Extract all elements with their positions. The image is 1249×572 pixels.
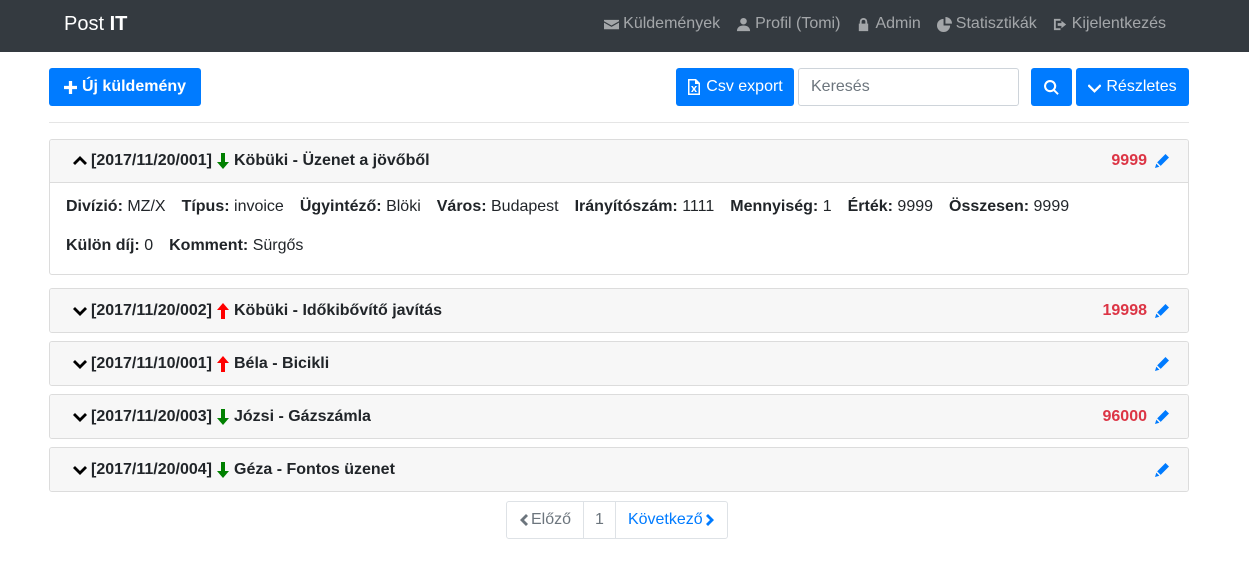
- pagination-prev[interactable]: Előző: [507, 502, 585, 538]
- shipment-title: [2017/11/10/001] Béla - Bicikli: [72, 355, 329, 373]
- arrow-down-icon: [217, 153, 229, 169]
- pencil-icon[interactable]: [1155, 356, 1169, 371]
- csv-export-label: Csv export: [706, 78, 783, 95]
- pagination: Előző 1 Következő: [506, 501, 728, 539]
- nav-item-label: Küldemények: [623, 15, 721, 32]
- chevron-down-icon: [73, 412, 87, 422]
- detail-tipus: Típus: invoice: [181, 198, 284, 215]
- detail-ugyintezo: Ügyintéző: Blöki: [299, 198, 421, 215]
- pagination-next[interactable]: Következő: [616, 502, 727, 538]
- shipment-header[interactable]: [2017/11/20/004] Géza - Fontos üzenet: [50, 448, 1188, 491]
- shipment-name: Köbüki - Üzenet a jövőből: [234, 152, 430, 169]
- nav-item-admin[interactable]: Admin: [856, 14, 921, 34]
- shipment-header[interactable]: [2017/11/20/003] Józsi - Gázszámla 96000: [50, 395, 1188, 438]
- pagination-page-1[interactable]: 1: [584, 502, 616, 538]
- detail-mennyiseg: Mennyiség: 1: [730, 198, 832, 215]
- shipment-name: Józsi - Gázszámla: [234, 407, 371, 425]
- detail-varos: Város: Budapest: [436, 198, 559, 215]
- plus-icon: [63, 80, 77, 94]
- details-toggle-button[interactable]: Részletes: [1076, 68, 1189, 106]
- nav-item-label: Admin: [875, 15, 921, 32]
- shipment-card: [2017/11/10/001] Béla - Bicikli: [49, 341, 1189, 386]
- nav-item-kuldemenyek[interactable]: Küldemények: [604, 14, 720, 34]
- nav-item-label: Statisztikák: [955, 15, 1037, 32]
- shipment-details: Divízió: MZ/X Típus: invoice Ügyintéző: …: [50, 183, 1188, 274]
- brand-bold: IT: [109, 13, 128, 35]
- shipment-amount: 96000: [1102, 407, 1148, 425]
- shipment-card: [2017/11/20/003] Józsi - Gázszámla 96000: [49, 394, 1189, 439]
- pencil-icon[interactable]: [1155, 462, 1169, 477]
- pencil-icon[interactable]: [1155, 303, 1169, 318]
- nav-item-statisztikak[interactable]: Statisztikák: [936, 14, 1037, 34]
- detail-ertek: Érték: 9999: [847, 198, 934, 215]
- arrow-down-icon: [217, 461, 229, 478]
- shipment-name: Béla - Bicikli: [234, 354, 330, 372]
- arrow-down-icon: [217, 408, 229, 425]
- pagination-prev-label: Előző: [531, 511, 572, 528]
- nav-item-profil[interactable]: Profil (Tomi): [736, 14, 840, 34]
- arrow-up-icon: [217, 302, 229, 319]
- shipment-id: [2017/11/20/003]: [91, 407, 212, 425]
- detail-iranyitoszam: Irányítószám: 1111: [574, 198, 715, 215]
- shipment-title: [2017/11/20/003] Józsi - Gázszámla: [72, 408, 371, 426]
- shipment-id: [2017/11/20/002]: [91, 301, 212, 319]
- chevron-up-icon: [73, 156, 87, 165]
- shipment-name: Géza - Fontos üzenet: [234, 460, 395, 478]
- shipment-id: [2017/11/20/001]: [91, 152, 212, 169]
- arrow-up-icon: [217, 355, 229, 372]
- search-button[interactable]: [1031, 68, 1072, 106]
- user-icon: [737, 17, 751, 31]
- chevron-down-icon: [73, 306, 87, 316]
- details-toggle-label: Részletes: [1106, 78, 1177, 95]
- chevron-left-icon: [520, 514, 528, 526]
- details-row: Külön díj: 0 Komment: Sürgős: [66, 236, 1172, 256]
- navbar: Post IT Küldemények Profil (Tomi) Admin …: [0, 0, 1249, 52]
- pencil-icon[interactable]: [1155, 154, 1169, 168]
- chevron-down-icon: [73, 465, 87, 475]
- shipment-card: [2017/11/20/004] Géza - Fontos üzenet: [49, 447, 1189, 492]
- pencil-icon[interactable]: [1155, 409, 1169, 424]
- lock-icon: [859, 17, 869, 31]
- search-input[interactable]: [798, 68, 1019, 106]
- shipment-header[interactable]: [2017/11/20/002] Köbüki - Időkibővítő ja…: [50, 289, 1188, 332]
- shipment-id: [2017/11/10/001]: [91, 354, 212, 372]
- shipment-card: [2017/11/20/001] Köbüki - Üzenet a jövőb…: [49, 139, 1189, 275]
- details-row: Divízió: MZ/X Típus: invoice Ügyintéző: …: [66, 197, 1172, 217]
- shipment-name: Köbüki - Időkibővítő javítás: [234, 301, 443, 319]
- nav-item-kijelentkezes[interactable]: Kijelentkezés: [1053, 14, 1166, 34]
- detail-kulon-dij: Külön díj: 0: [66, 237, 154, 254]
- shipment-title: [2017/11/20/001] Köbüki - Üzenet a jövőb…: [72, 152, 430, 170]
- shipment-header[interactable]: [2017/11/20/001] Köbüki - Üzenet a jövőb…: [50, 140, 1188, 183]
- nav-menu: Küldemények Profil (Tomi) Admin Statiszt…: [604, 14, 1166, 34]
- pie-chart-icon: [936, 16, 952, 32]
- new-shipment-label: Új küldemény: [81, 78, 187, 95]
- search-icon: [1044, 79, 1059, 95]
- detail-komment: Komment: Sürgős: [169, 237, 304, 254]
- pagination-next-label: Következő: [627, 511, 703, 528]
- divider: [49, 122, 1189, 123]
- brand-prefix: Post: [64, 13, 110, 35]
- shipment-title: [2017/11/20/004] Géza - Fontos üzenet: [72, 461, 395, 479]
- brand-logo[interactable]: Post IT: [64, 12, 127, 36]
- chevron-down-icon: [73, 359, 87, 369]
- detail-divizio: Divízió: MZ/X: [66, 198, 166, 215]
- logout-icon: [1053, 18, 1066, 30]
- file-excel-icon: [688, 79, 701, 95]
- shipment-title: [2017/11/20/002] Köbüki - Időkibővítő ja…: [72, 302, 442, 320]
- chevron-right-icon: [705, 514, 714, 526]
- csv-export-button[interactable]: Csv export: [676, 68, 794, 106]
- shipment-card: [2017/11/20/002] Köbüki - Időkibővítő ja…: [49, 288, 1189, 333]
- nav-item-label: Kijelentkezés: [1071, 15, 1166, 32]
- nav-item-label: Profil (Tomi): [755, 15, 841, 32]
- shipment-amount: 19998: [1102, 301, 1148, 319]
- shipment-amount: 9999: [1111, 152, 1147, 169]
- detail-osszesen: Összesen: 9999: [949, 198, 1070, 215]
- shipment-id: [2017/11/20/004]: [91, 460, 212, 478]
- envelope-icon: [604, 19, 620, 29]
- shipment-header[interactable]: [2017/11/10/001] Béla - Bicikli: [50, 342, 1188, 385]
- chevron-down-icon: [1088, 83, 1102, 93]
- new-shipment-button[interactable]: Új küldemény: [49, 68, 201, 106]
